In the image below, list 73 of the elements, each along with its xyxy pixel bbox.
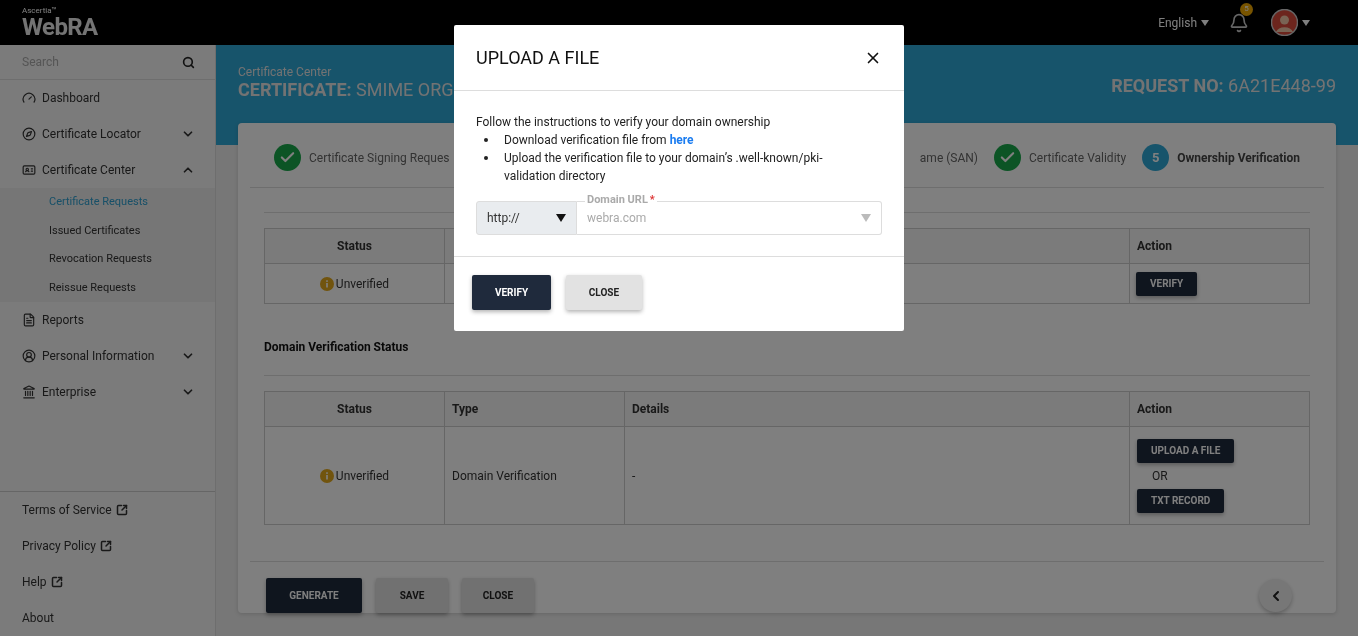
step-label: Certificate Signing Reques <box>309 149 450 167</box>
primary-button[interactable]: VERIFY <box>472 275 551 310</box>
step-label: Certificate Validity <box>1029 149 1127 167</box>
external-link-icon <box>99 540 112 552</box>
caret-icon <box>556 214 566 222</box>
instructions-text: Follow the instructions to verify your domain ownership <box>476 114 772 131</box>
notification-count: 5 <box>1240 2 1253 16</box>
secondary-button[interactable]: CLOSE <box>462 578 534 613</box>
footer-link[interactable]: Help <box>22 573 63 591</box>
sidebar-item[interactable]: Enterprise <box>0 374 215 410</box>
column-header: Status <box>264 228 445 264</box>
brand-tagline: Ascertia™ <box>22 6 58 15</box>
verify-button[interactable]: VERIFY <box>1136 271 1198 296</box>
footer-link[interactable]: About <box>22 609 54 627</box>
section-label: Certificate Center <box>238 65 333 79</box>
menu-icon <box>22 385 36 399</box>
submenu-item[interactable]: Revocation Requests <box>0 245 215 274</box>
submenu-item[interactable]: Issued Certificates <box>0 216 215 245</box>
instruction-item: Upload the verification file to your domain’s .well-known/pki-validation directory <box>504 150 824 185</box>
bullet-icon <box>484 156 488 160</box>
menu-icon <box>22 313 36 327</box>
info-icon <box>319 276 334 291</box>
caret-icon <box>1302 19 1310 26</box>
column-header: Type <box>444 391 625 427</box>
bullet-icon <box>484 138 488 142</box>
language-menu[interactable]: English <box>1158 13 1209 32</box>
step-number: 5 <box>1142 144 1170 171</box>
protocol-select[interactable]: http:// <box>476 201 577 235</box>
upload-file-button[interactable]: UPLOAD A FILE <box>1137 438 1235 463</box>
avatar-icon <box>1271 9 1298 36</box>
column-header: Action <box>1129 391 1310 427</box>
column-header: Status <box>264 391 445 427</box>
status-text: Unverified <box>335 275 390 293</box>
sidebar-item[interactable]: Certificate Locator <box>0 116 215 152</box>
sidebar-item[interactable]: Dashboard <box>0 80 215 116</box>
sidebar-item[interactable]: Reports <box>0 302 215 338</box>
brand-logo: WebRA <box>22 14 98 39</box>
step-label: Ownership Verification <box>1177 149 1300 167</box>
footer-link[interactable]: Privacy Policy <box>22 537 112 555</box>
caret-icon <box>861 214 871 222</box>
submenu-item[interactable]: Reissue Requests <box>0 273 215 302</box>
column-header: Action <box>1129 228 1310 264</box>
column-header: Details <box>624 391 1130 427</box>
external-link-icon <box>50 576 63 588</box>
footer-link[interactable]: Terms of Service <box>22 501 128 519</box>
page-title: CERTIFICATE: SMIME ORG <box>238 79 454 101</box>
menu-icon <box>22 163 36 177</box>
back-button[interactable] <box>1259 579 1292 612</box>
secondary-button[interactable]: SAVE <box>376 578 448 613</box>
menu-icon <box>22 127 36 141</box>
request-number: REQUEST NO: 6A21E448-99 <box>1111 74 1336 98</box>
status-text: Unverified <box>335 467 390 485</box>
user-menu[interactable] <box>1271 9 1310 36</box>
instruction-item: Download verification file from here <box>504 132 695 149</box>
menu-icon <box>22 91 36 105</box>
sidebar-item[interactable]: Personal Information <box>0 338 215 374</box>
or-separator: OR <box>1151 467 1168 485</box>
table-cell: - <box>632 468 636 483</box>
section-title: Domain Verification Status <box>264 340 409 354</box>
download-link[interactable]: here <box>669 133 694 147</box>
step-label: ame (SAN) <box>919 149 979 167</box>
txt-record-button[interactable]: TXT RECORD <box>1137 488 1225 513</box>
info-icon <box>319 468 334 483</box>
sidebar-item[interactable]: Certificate Center <box>0 152 215 188</box>
search-icon <box>182 55 195 69</box>
dialog-title: UPLOAD A FILE <box>476 46 600 70</box>
caret-icon <box>1201 19 1209 26</box>
menu-icon <box>22 349 36 363</box>
primary-button[interactable]: GENERATE <box>266 578 362 613</box>
bell-icon <box>1229 12 1249 33</box>
external-link-icon <box>115 504 128 516</box>
table-cell: Domain Verification <box>452 468 557 483</box>
secondary-button[interactable]: CLOSE <box>566 275 642 310</box>
